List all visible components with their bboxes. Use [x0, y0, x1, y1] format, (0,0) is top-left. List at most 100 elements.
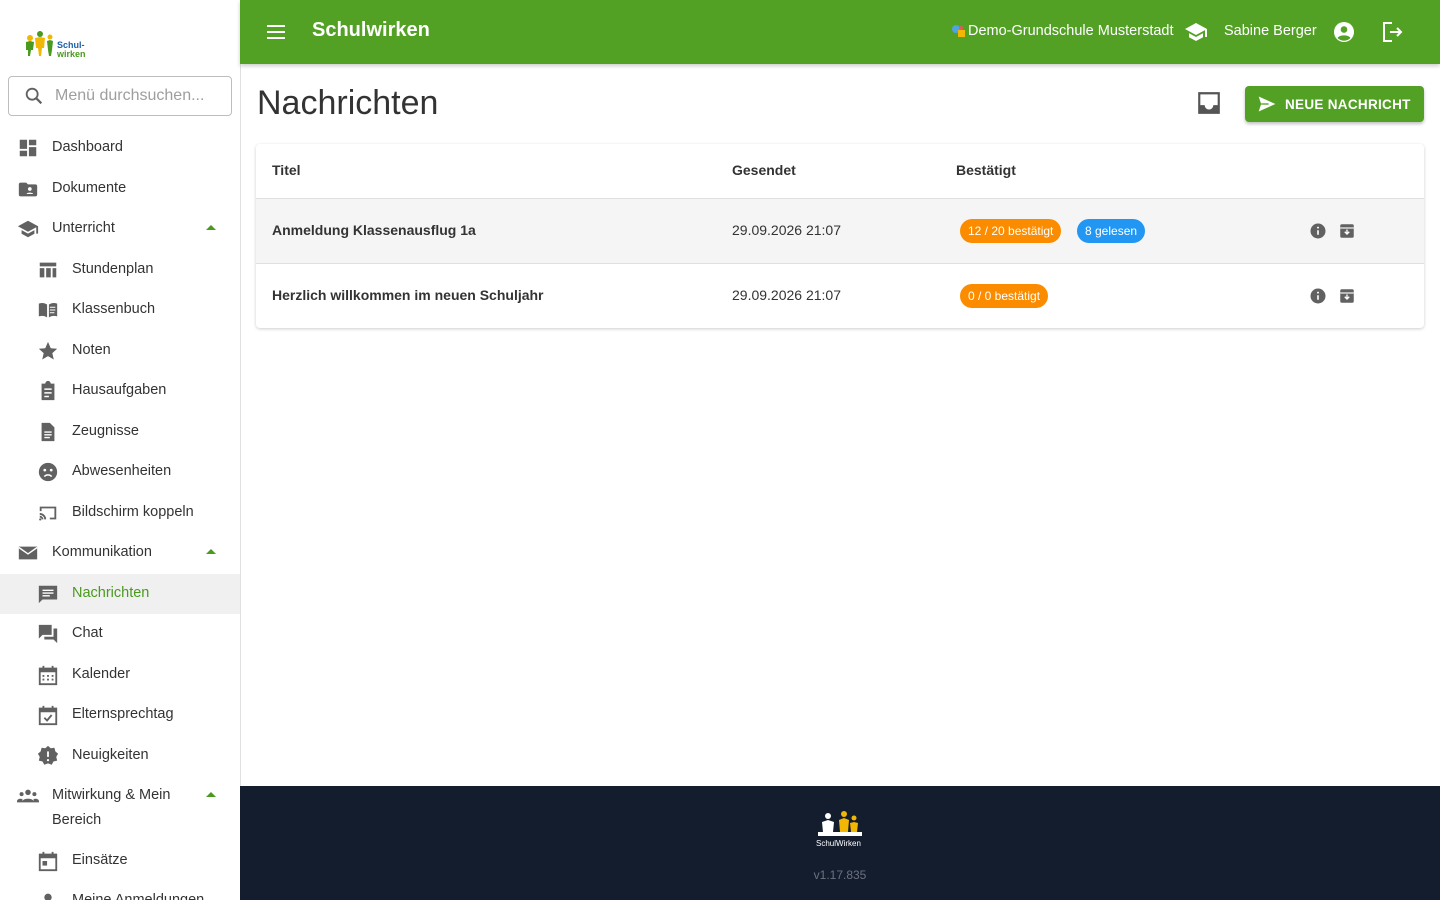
sidebar-item-label: Abwesenheiten	[72, 463, 172, 479]
messages-table: Titel Gesendet Bestätigt Anmeldung Klass…	[256, 144, 1424, 328]
account-icon	[44, 893, 52, 900]
app-title: Schulwirken	[312, 19, 430, 41]
school-icon[interactable]	[1184, 20, 1208, 44]
column-header-gesendet[interactable]: Gesendet	[732, 162, 796, 178]
calendar-today-icon	[38, 851, 58, 872]
collapse-caret-icon[interactable]	[206, 225, 216, 230]
sidebar-item-label: Dokumente	[52, 180, 127, 196]
page-title: Nachrichten	[257, 84, 439, 122]
sidebar-item-label: Bildschirm koppeln	[72, 504, 194, 520]
column-header-titel[interactable]: Titel	[272, 162, 301, 178]
sidebar-item-meine-anmeldungen[interactable]: Meine Anmeldungen	[0, 888, 240, 900]
sidebar-item-label: Hausaufgaben	[72, 382, 167, 398]
sidebar-item-unterricht[interactable]: Unterricht	[0, 216, 240, 242]
school-name: Demo-Grundschule Musterstadt	[968, 23, 1174, 39]
book-open-icon	[38, 302, 58, 318]
new-message-label: NEUE NACHRICHT	[1285, 96, 1411, 112]
file-document-icon	[41, 422, 55, 442]
sidebar-item-einsaetze[interactable]: Einsätze	[0, 848, 240, 874]
sidebar-item-label: Kalender	[72, 666, 131, 682]
table-row[interactable]: Anmeldung Klassenausflug 1a 29.09.2026 2…	[256, 199, 1424, 263]
table-icon	[39, 262, 57, 278]
message-text-icon	[38, 585, 58, 604]
collapse-caret-icon[interactable]	[206, 792, 216, 797]
sidebar-item-abwesenheiten[interactable]: Abwesenheiten	[0, 459, 240, 485]
school-emoji-icon	[952, 25, 965, 37]
info-icon[interactable]	[1309, 287, 1327, 305]
school-selector[interactable]: Demo-Grundschule Musterstadt	[950, 23, 1174, 39]
sidebar-item-label: Einsätze	[72, 852, 128, 868]
sidebar-item-label: Noten	[72, 342, 111, 358]
footer: SchulWirken v1.17.835	[240, 786, 1440, 900]
archive-icon[interactable]	[1338, 222, 1356, 240]
sidebar-item-label: Mitwirkung & Mein Bereich	[52, 787, 171, 828]
sidebar-item-neuigkeiten[interactable]: Neuigkeiten	[0, 743, 240, 769]
calendar-icon	[38, 665, 58, 686]
table-row[interactable]: Herzlich willkommen im neuen Schuljahr 2…	[256, 264, 1424, 328]
sidebar-item-mitwirkung[interactable]: Mitwirkung & Mein Bereich	[0, 783, 240, 835]
message-title[interactable]: Herzlich willkommen im neuen Schuljahr	[272, 287, 544, 303]
sidebar-item-hausaufgaben[interactable]: Hausaufgaben	[0, 378, 240, 404]
sidebar-item-label: Zeugnisse	[72, 423, 139, 439]
sidebar-item-label: Stundenplan	[72, 261, 154, 277]
info-icon[interactable]	[1309, 222, 1327, 240]
sidebar-item-label: Nachrichten	[72, 585, 150, 601]
sidebar-item-noten[interactable]: Noten	[0, 338, 240, 364]
app-version: v1.17.835	[813, 868, 867, 882]
confirmed-badge: 0 / 0 bestätigt	[960, 284, 1049, 308]
archive-icon[interactable]	[1338, 287, 1356, 305]
sidebar-item-label: Unterricht	[52, 220, 115, 236]
sidebar-item-dokumente[interactable]: Dokumente	[0, 176, 240, 202]
new-message-button[interactable]: NEUE NACHRICHT	[1245, 86, 1424, 122]
sidebar-item-zeugnisse[interactable]: Zeugnisse	[0, 419, 240, 445]
clipboard-icon	[41, 380, 55, 401]
sidebar-item-stundenplan[interactable]: Stundenplan	[0, 257, 240, 283]
inbox-icon[interactable]	[1196, 90, 1222, 116]
read-badge: 8 gelesen	[1077, 219, 1146, 243]
sidebar-item-label: Meine Anmeldungen	[72, 892, 205, 900]
sidebar-item-klassenbuch[interactable]: Klassenbuch	[0, 297, 240, 323]
calendar-check-icon	[38, 705, 58, 726]
account-circle-icon[interactable]	[1332, 20, 1356, 44]
sidebar-item-label: Neuigkeiten	[72, 747, 149, 763]
account-group-icon	[17, 789, 39, 803]
sidebar-item-label: Kommunikation	[52, 544, 152, 560]
sidebar-item-label: Klassenbuch	[72, 301, 156, 317]
message-title[interactable]: Anmeldung Klassenausflug 1a	[272, 222, 476, 238]
folder-account-icon	[18, 182, 38, 197]
menu-search[interactable]	[8, 76, 232, 116]
sidebar-item-elternsprechtag[interactable]: Elternsprechtag	[0, 702, 240, 728]
dashboard-icon	[19, 139, 37, 157]
sidebar-item-bildschirm-koppeln[interactable]: Bildschirm koppeln	[0, 500, 240, 526]
confirmed-badge: 12 / 20 bestätigt	[960, 219, 1062, 243]
schulwirken-logo[interactable]: Schul- wirken	[24, 28, 90, 60]
star-icon	[38, 341, 58, 360]
sidebar-item-kalender[interactable]: Kalender	[0, 662, 240, 688]
search-icon	[25, 87, 43, 105]
sidebar: Schul- wirken Dashboard Dokumente Unterr…	[0, 0, 241, 900]
alert-decagram-icon	[37, 745, 59, 765]
mail-icon	[18, 546, 38, 560]
cast-icon	[39, 506, 57, 521]
sidebar-item-label: Elternsprechtag	[72, 706, 174, 722]
logout-icon[interactable]	[1380, 20, 1404, 44]
user-name[interactable]: Sabine Berger	[1224, 23, 1317, 39]
school-icon	[17, 220, 39, 238]
forum-icon	[38, 624, 58, 644]
sidebar-item-dashboard[interactable]: Dashboard	[0, 135, 240, 161]
sidebar-item-chat[interactable]: Chat	[0, 621, 240, 647]
column-header-bestaetigt[interactable]: Bestätigt	[956, 162, 1016, 178]
svg-text:wirken: wirken	[56, 49, 86, 59]
svg-text:SchulWirken: SchulWirken	[816, 839, 861, 848]
app-header: Schulwirken Demo-Grundschule Musterstadt…	[240, 0, 1440, 64]
sidebar-item-kommunikation[interactable]: Kommunikation	[0, 540, 240, 566]
message-sent-date: 29.09.2026 21:07	[732, 287, 841, 303]
menu-search-input[interactable]	[55, 87, 215, 105]
menu-icon[interactable]	[264, 20, 288, 44]
face-sad-icon	[38, 462, 58, 482]
sidebar-item-label: Dashboard	[52, 139, 123, 155]
sidebar-item-label: Chat	[72, 625, 103, 641]
sidebar-item-nachrichten[interactable]: Nachrichten	[0, 574, 240, 614]
collapse-caret-icon[interactable]	[206, 549, 216, 554]
message-sent-date: 29.09.2026 21:07	[732, 222, 841, 238]
